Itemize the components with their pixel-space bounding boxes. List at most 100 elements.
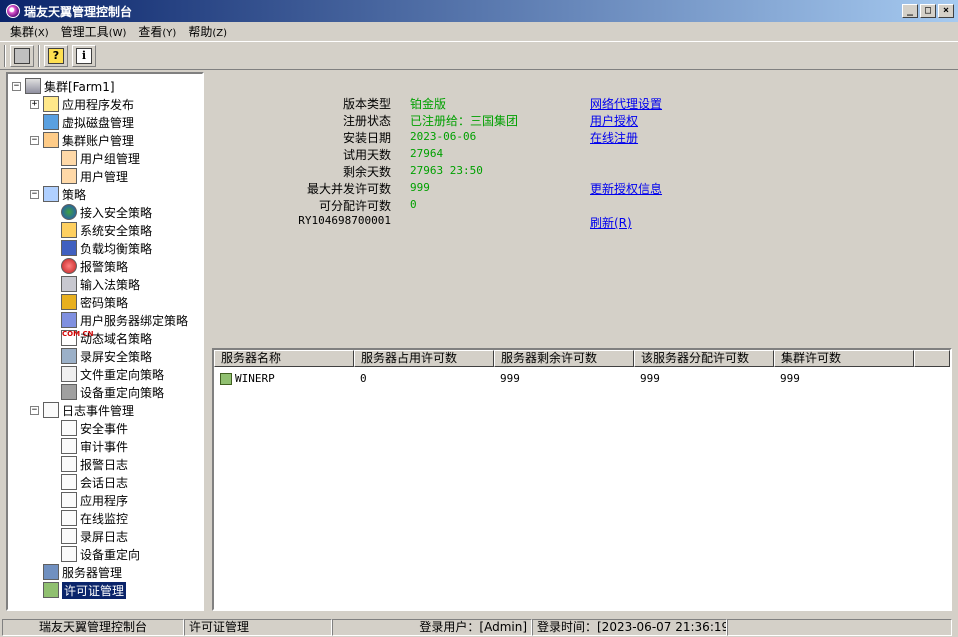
server-icon [14, 47, 30, 64]
log-icon [61, 510, 77, 526]
tree-item-device-redirect[interactable]: 设备重定向策略 [8, 383, 202, 401]
tree-item-password-policy[interactable]: 密码策略 [8, 293, 202, 311]
proxy-settings-link[interactable]: 网络代理设置 [590, 95, 662, 112]
expand-icon[interactable]: + [30, 99, 39, 109]
license-icon [43, 582, 59, 598]
about-tool-button[interactable]: i [72, 44, 96, 67]
column-header-server-name[interactable]: 服务器名称 [214, 350, 354, 367]
server-license-list[interactable]: 服务器名称 服务器占用许可数 服务器剩余许可数 该服务器分配许可数 集群许可数 … [212, 348, 952, 611]
toolbar-separator [38, 44, 40, 67]
menu-bar: 集群(X) 管理工具(W) 查看(Y) 帮助(Z) [0, 22, 958, 41]
tree-item-session-log[interactable]: 会话日志 [8, 473, 202, 491]
tree-item-load-balance[interactable]: 负载均衡策略 [8, 239, 202, 257]
menu-cluster[interactable]: 集群(X) [4, 23, 55, 40]
tree-item-user-groups[interactable]: 用户组管理 [8, 149, 202, 167]
tree-item-accounts[interactable]: − 集群账户管理 [8, 131, 202, 149]
user-icon [61, 168, 77, 184]
info-value-trial-days: 27964 [410, 147, 444, 160]
info-label-max-concurrent: 最大并发许可数 [306, 182, 391, 196]
info-icon: i [76, 47, 92, 64]
tree-root[interactable]: − 集群[Farm1] [8, 77, 202, 95]
tree-item-ime-policy[interactable]: 输入法策略 [8, 275, 202, 293]
file-redirect-icon [61, 366, 77, 382]
column-header-filler [914, 350, 950, 367]
license-serial: RY104698700001 [298, 214, 391, 227]
window-title: 瑞友天翼管理控制台 [24, 4, 133, 19]
info-value-max-concurrent: 999 [410, 181, 430, 194]
toolbar: ? i [0, 41, 958, 70]
update-license-link[interactable]: 更新授权信息 [590, 180, 662, 197]
tree-item-device-redirect-log[interactable]: 设备重定向 [8, 545, 202, 563]
menu-help[interactable]: 帮助(Z) [182, 23, 233, 40]
com-cn-icon: COM CN [61, 330, 94, 346]
info-label-version: 版本类型 [342, 97, 391, 111]
tree-item-record-log[interactable]: 录屏日志 [8, 527, 202, 545]
menu-tools[interactable]: 管理工具(W) [55, 23, 133, 40]
network-icon [61, 240, 77, 256]
usb-device-icon [61, 384, 77, 400]
license-info-panel: 版本类型 铂金版 网络代理设置 注册状态 已注册给：三国集团 用户授权 安装日期… [207, 72, 952, 347]
tree-item-app-publish[interactable]: + 应用程序发布 [8, 95, 202, 113]
info-value-registration: 已注册给：三国集团 [410, 114, 519, 128]
tree-item-ddns-policy[interactable]: COM CN 动态域名策略 [8, 329, 202, 347]
tree-item-alarm-log[interactable]: 报警日志 [8, 455, 202, 473]
column-header-assigned[interactable]: 该服务器分配许可数 [634, 350, 774, 367]
info-label-registration: 注册状态 [342, 114, 391, 128]
tree-item-access-policy[interactable]: 接入安全策略 [8, 203, 202, 221]
window-controls: _ □ × [902, 4, 954, 18]
column-header-used[interactable]: 服务器占用许可数 [354, 350, 494, 367]
collapse-icon[interactable]: − [30, 189, 39, 199]
disk-icon [43, 114, 59, 130]
cell-remaining: 999 [500, 372, 520, 385]
tree-item-system-policy[interactable]: 系统安全策略 [8, 221, 202, 239]
status-login-time: 登录时间：[2023-06-07 21:36:19] [532, 618, 727, 636]
collapse-icon[interactable]: − [12, 81, 21, 91]
column-header-remaining[interactable]: 服务器剩余许可数 [494, 350, 634, 367]
info-value-assignable: 0 [410, 198, 417, 211]
cell-farm: 999 [780, 372, 800, 385]
menu-view[interactable]: 查看(Y) [132, 23, 182, 40]
log-icon [61, 492, 77, 508]
status-extra [727, 618, 952, 636]
tree-item-server-management[interactable]: 服务器管理 [8, 563, 202, 581]
tree-item-license-management[interactable]: 许可证管理 [8, 581, 202, 599]
tree-item-online-monitor[interactable]: 在线监控 [8, 509, 202, 527]
close-button[interactable]: × [938, 4, 954, 18]
tree-item-virtual-disk[interactable]: 虚拟磁盘管理 [8, 113, 202, 131]
list-header: 服务器名称 服务器占用许可数 服务器剩余许可数 该服务器分配许可数 集群许可数 [214, 350, 950, 367]
screen-record-icon [61, 348, 77, 364]
log-icon [61, 474, 77, 490]
user-authorization-link[interactable]: 用户授权 [590, 112, 638, 129]
tree-item-audit-events[interactable]: 审计事件 [8, 437, 202, 455]
navigation-tree[interactable]: − 集群[Farm1] + 应用程序发布 虚拟磁盘管理 − 集群账户管理 用户组… [6, 72, 204, 611]
policy-icon [43, 186, 59, 202]
tree-item-binding-policy[interactable]: 用户服务器绑定策略 [8, 311, 202, 329]
maximize-button[interactable]: □ [920, 4, 936, 18]
status-bar: 瑞友天翼管理控制台 许可证管理 登录用户：[Admin] 登录时间：[2023-… [0, 617, 958, 637]
tree-item-policy[interactable]: − 策略 [8, 185, 202, 203]
tree-item-users[interactable]: 用户管理 [8, 167, 202, 185]
info-value-version: 铂金版 [410, 97, 447, 111]
tree-item-record-policy[interactable]: 录屏安全策略 [8, 347, 202, 365]
collapse-icon[interactable]: − [30, 135, 39, 145]
online-registration-link[interactable]: 在线注册 [590, 129, 638, 146]
info-label-remaining-days: 剩余天数 [342, 165, 391, 179]
tree-item-application-log[interactable]: 应用程序 [8, 491, 202, 509]
tree-item-alarm-policy[interactable]: 报警策略 [8, 257, 202, 275]
column-header-farm[interactable]: 集群许可数 [774, 350, 914, 367]
tree-item-file-redirect[interactable]: 文件重定向策略 [8, 365, 202, 383]
server-license-icon [220, 373, 232, 385]
server-tool-button[interactable] [10, 44, 34, 67]
log-icon [61, 438, 77, 454]
help-tool-button[interactable]: ? [44, 44, 68, 67]
minimize-button[interactable]: _ [902, 4, 918, 18]
lock-icon [61, 294, 77, 310]
table-row[interactable]: WINERP 0 999 999 999 [214, 370, 950, 387]
refresh-link[interactable]: 刷新(R) [590, 214, 632, 231]
info-value-install-date: 2023-06-06 [410, 130, 477, 143]
collapse-icon[interactable]: − [30, 405, 39, 415]
tree-item-logs[interactable]: − 日志事件管理 [8, 401, 202, 419]
alarm-icon [61, 258, 77, 274]
tree-item-security-events[interactable]: 安全事件 [8, 419, 202, 437]
title-bar: 瑞友天翼管理控制台 _ □ × [0, 0, 958, 22]
